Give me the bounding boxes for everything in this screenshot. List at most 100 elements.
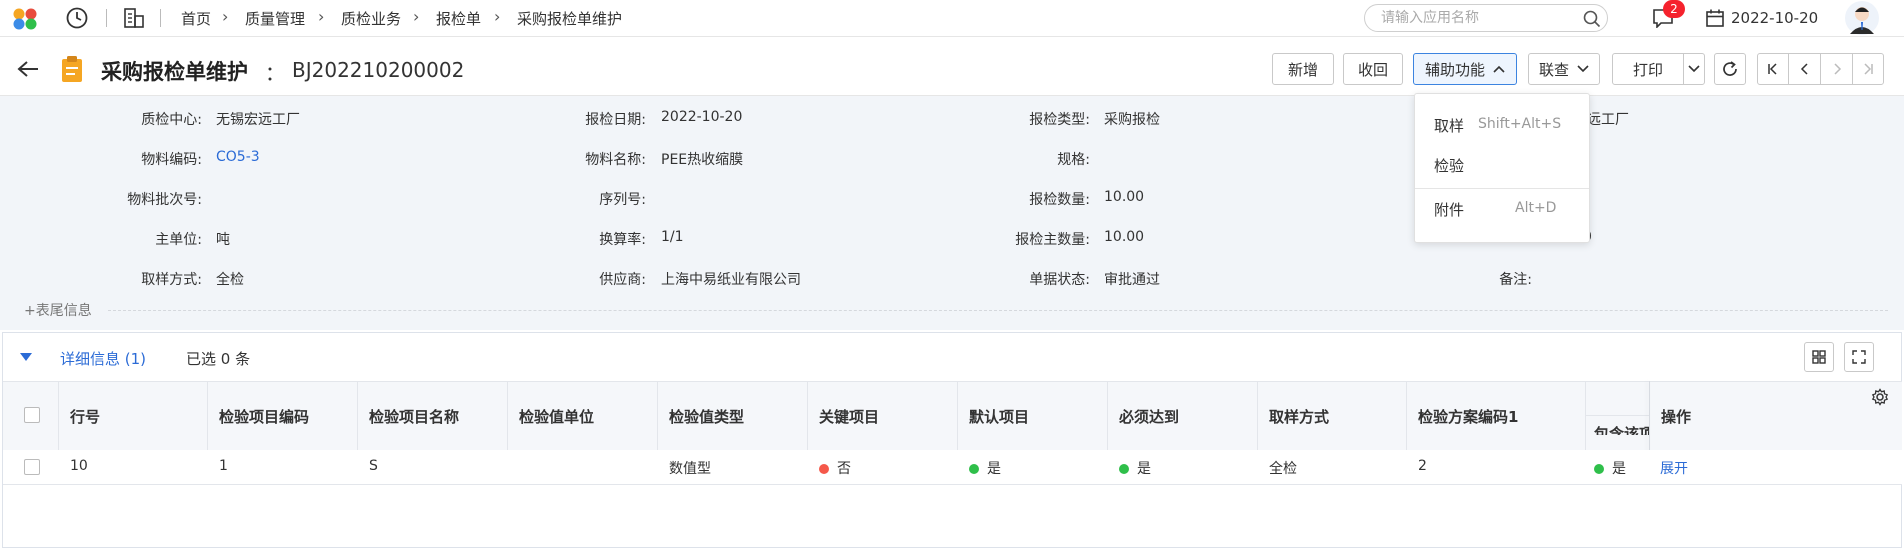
menu-item-attachment[interactable]: 附件 Alt+D [1415, 192, 1589, 224]
cell-plan-code: 2 [1418, 458, 1427, 474]
card-view-button[interactable] [1804, 342, 1834, 372]
current-date[interactable]: 2022-10-20 [1731, 9, 1818, 27]
aux-function-button[interactable]: 辅助功能 [1413, 53, 1517, 85]
link-query-label: 联查 [1538, 60, 1569, 79]
aux-function-label: 辅助功能 [1424, 60, 1485, 79]
green-status-dot [969, 464, 979, 474]
column-header[interactable]: 检验值类型 [669, 406, 744, 427]
field-value: 审批通过 [1104, 272, 1160, 288]
remark-label: 备注: [1499, 272, 1532, 288]
select-all-checkbox[interactable] [24, 407, 40, 423]
next-record-button[interactable] [1820, 53, 1853, 85]
app-logo[interactable] [12, 7, 38, 31]
field-value: 全检 [216, 272, 244, 288]
first-record-button[interactable] [1757, 53, 1789, 85]
back-arrow-icon[interactable] [16, 59, 40, 79]
menu-item-sampling[interactable]: 取样 Shift+Alt+S [1415, 108, 1589, 140]
field-label: 物料批次号: [127, 192, 202, 208]
green-status-dot [1594, 464, 1604, 474]
expand-icon [1852, 350, 1866, 364]
column-header[interactable]: 操作 [1661, 406, 1691, 427]
search-icon[interactable] [1583, 10, 1601, 28]
organization-icon[interactable] [122, 6, 146, 30]
menu-item-inspection[interactable]: 检验 [1415, 148, 1589, 180]
column-header[interactable]: 检验项目名称 [369, 406, 459, 427]
field-value: 1/1 [661, 229, 684, 245]
breadcrumb-current: 采购报检单维护 [517, 10, 623, 28]
chevron-down-icon [1688, 65, 1700, 73]
field-label: 供应商: [599, 272, 646, 288]
field-value: 10.00 [1104, 189, 1145, 205]
fullscreen-button[interactable] [1844, 342, 1874, 372]
green-status-dot [1119, 464, 1129, 474]
footer-divider [108, 310, 1888, 311]
cell-text: 是 [1612, 461, 1626, 477]
search-input[interactable] [1379, 9, 1573, 27]
menu-item-shortcut: Alt+D [1515, 200, 1557, 216]
title-separator: ： [265, 61, 285, 85]
column-header[interactable]: 取样方式 [1269, 406, 1329, 427]
chevron-right-icon: › [318, 7, 325, 26]
cell-value-type: 数值型 [669, 461, 711, 477]
cell-default-item: 是 [969, 458, 1001, 478]
history-clock-icon[interactable] [65, 6, 89, 30]
column-header[interactable]: 行号 [70, 406, 100, 427]
print-more-button[interactable] [1683, 53, 1705, 85]
field-label: 质检中心: [141, 112, 202, 128]
field-label: 报检主数量: [1015, 232, 1090, 248]
material-code-link[interactable]: CO5-3 [216, 149, 260, 165]
avatar[interactable] [1843, 0, 1881, 36]
cell-item-name: S [369, 458, 378, 474]
field-value: 10.00 [1104, 229, 1145, 245]
breadcrumb-inspection-order[interactable]: 报检单 [436, 8, 481, 29]
menu-item-label: 取样 [1434, 117, 1465, 135]
app-search [1364, 4, 1608, 32]
calendar-icon[interactable] [1705, 8, 1725, 28]
refresh-button[interactable] [1714, 53, 1746, 85]
collapse-triangle-icon[interactable] [19, 352, 33, 362]
column-header[interactable]: 包含该项 [1594, 423, 1650, 435]
row-checkbox[interactable] [24, 459, 40, 475]
column-header[interactable]: 检验值单位 [519, 406, 594, 427]
breadcrumb-home[interactable]: 首页 [181, 8, 211, 29]
column-header[interactable]: 检验项目编码 [219, 406, 309, 427]
red-status-dot [819, 464, 829, 474]
cell-text: 是 [1137, 461, 1151, 477]
column-settings-gear-icon[interactable] [1871, 388, 1889, 406]
field-label: 物料编码: [141, 152, 202, 168]
last-record-button[interactable] [1852, 53, 1884, 85]
new-button[interactable]: 新增 [1272, 53, 1334, 85]
column-header[interactable]: 检验方案编码1 [1418, 406, 1518, 427]
header-split-line [1585, 415, 1650, 416]
column-header[interactable]: 关键项目 [819, 406, 879, 427]
footer-info-toggle[interactable]: +表尾信息 [24, 300, 92, 320]
chevron-right-icon: › [222, 7, 229, 26]
link-query-button[interactable]: 联查 [1528, 53, 1600, 85]
cell-sampling: 全检 [1269, 461, 1297, 477]
selected-count: 已选 0 条 [186, 350, 251, 368]
expand-row-link[interactable]: 展开 [1660, 458, 1688, 478]
prev-record-button[interactable] [1788, 53, 1821, 85]
field-label: 序列号: [599, 192, 646, 208]
field-value: 吨 [216, 232, 230, 248]
cell-line-no: 10 [70, 458, 88, 474]
refresh-icon [1723, 61, 1737, 76]
page-title: 采购报检单维护 [101, 60, 248, 84]
cell-item-code: 1 [219, 458, 228, 474]
cell-include: 是 [1594, 458, 1626, 478]
field-value: PEE热收缩膜 [661, 152, 744, 168]
menu-divider [1415, 188, 1589, 189]
divider [160, 9, 161, 27]
tab-detail-info[interactable]: 详细信息 (1) [60, 348, 146, 369]
column-header[interactable]: 默认项目 [969, 406, 1029, 427]
column-header[interactable]: 必须达到 [1119, 406, 1179, 427]
print-button[interactable]: 打印 [1612, 53, 1684, 85]
field-label: 物料名称: [585, 152, 646, 168]
notification-badge: 2 [1663, 0, 1685, 18]
recall-button[interactable]: 收回 [1343, 53, 1403, 85]
grid-view-icon [1812, 350, 1826, 364]
breadcrumb-quality-management[interactable]: 质量管理 [245, 8, 305, 29]
cell-text: 是 [987, 461, 1001, 477]
breadcrumb-quality-business[interactable]: 质检业务 [341, 8, 401, 29]
field-label: 主单位: [155, 232, 202, 248]
